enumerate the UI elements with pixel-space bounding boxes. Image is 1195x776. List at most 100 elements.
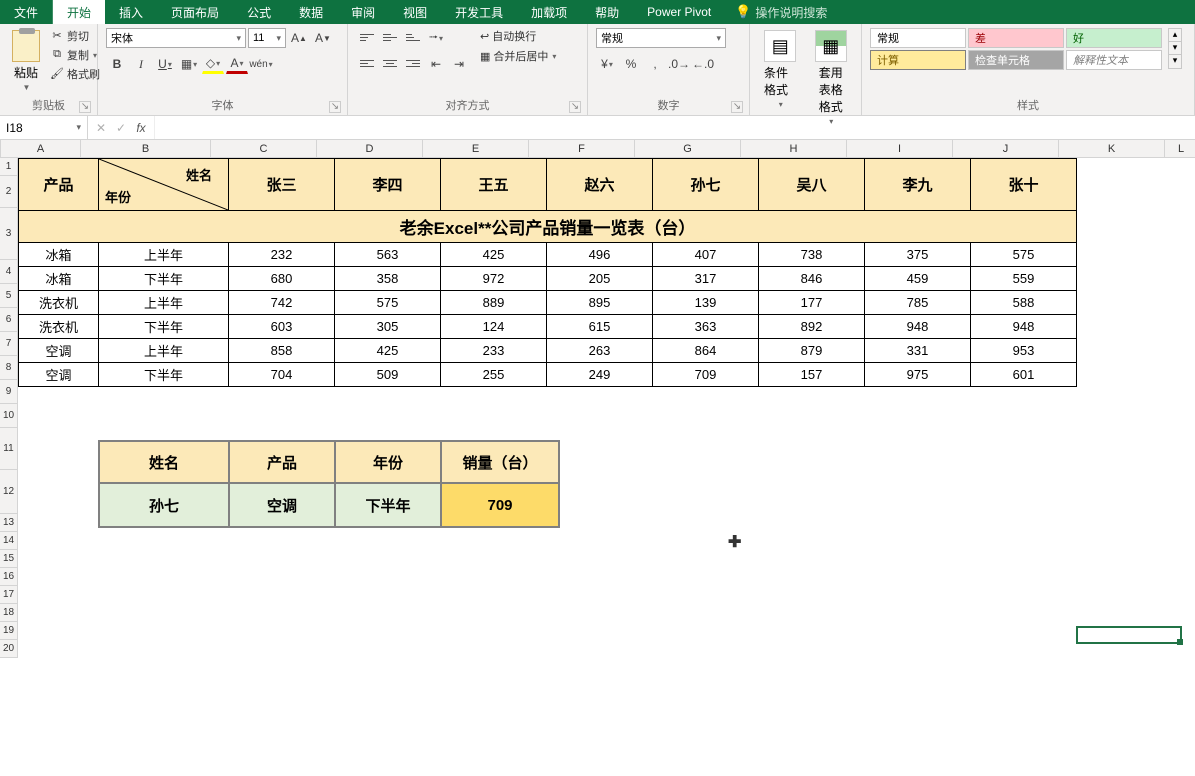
style-explanatory[interactable]: 解释性文本	[1066, 50, 1162, 70]
tab-layout[interactable]: 页面布局	[157, 0, 233, 24]
cell-value[interactable]: 846	[759, 267, 865, 291]
row-header-13[interactable]: 13	[0, 514, 18, 532]
increase-decimal-button[interactable]: .0→	[668, 54, 690, 74]
row-header-14[interactable]: 14	[0, 532, 18, 550]
col-header-C[interactable]: C	[211, 140, 317, 158]
align-center-button[interactable]	[379, 54, 401, 72]
dialog-launcher-icon[interactable]: ↘	[79, 101, 91, 113]
cell-product[interactable]: 洗衣机	[19, 315, 99, 339]
tab-powerpivot[interactable]: Power Pivot	[633, 0, 725, 24]
copy-button[interactable]: ⧉复制▾	[50, 47, 100, 63]
cell-value[interactable]: 375	[865, 243, 971, 267]
merge-center-button[interactable]: ▦合并后居中▾	[480, 48, 556, 64]
row-header-1[interactable]: 1	[0, 158, 18, 176]
orientation-button[interactable]: ⭬▾	[425, 28, 447, 48]
row-header-18[interactable]: 18	[0, 604, 18, 622]
cell-year[interactable]: 上半年	[99, 243, 229, 267]
col-header-B[interactable]: B	[81, 140, 211, 158]
row-header-9[interactable]: 9	[0, 380, 18, 404]
dialog-launcher-icon[interactable]: ↘	[329, 101, 341, 113]
row-header-7[interactable]: 7	[0, 332, 18, 356]
style-check-cell[interactable]: 检查单元格	[968, 50, 1064, 70]
row-header-3[interactable]: 3	[0, 208, 18, 260]
col-header-J[interactable]: J	[953, 140, 1059, 158]
cell-value[interactable]: 858	[229, 339, 335, 363]
cell-value[interactable]: 864	[653, 339, 759, 363]
cell-value[interactable]: 785	[865, 291, 971, 315]
col-header-K[interactable]: K	[1059, 140, 1165, 158]
cell-value[interactable]: 363	[653, 315, 759, 339]
cell-value[interactable]: 425	[441, 243, 547, 267]
fx-icon[interactable]: fx	[132, 121, 150, 135]
cell-value[interactable]: 680	[229, 267, 335, 291]
font-name-combo[interactable]: 宋体▾	[106, 28, 246, 48]
cell-value[interactable]: 563	[335, 243, 441, 267]
cell-product[interactable]: 洗衣机	[19, 291, 99, 315]
row-header-11[interactable]: 11	[0, 428, 18, 470]
name-box[interactable]: I18▾	[0, 116, 88, 139]
cell-value[interactable]: 889	[441, 291, 547, 315]
cell-value[interactable]: 972	[441, 267, 547, 291]
align-left-button[interactable]	[356, 54, 378, 72]
cell-value[interactable]: 358	[335, 267, 441, 291]
accounting-button[interactable]: ¥▾	[596, 54, 618, 74]
row-header-12[interactable]: 12	[0, 470, 18, 514]
cell-value[interactable]: 575	[335, 291, 441, 315]
cell-value[interactable]: 305	[335, 315, 441, 339]
enter-formula-icon[interactable]: ✓	[112, 121, 130, 135]
col-header-I[interactable]: I	[847, 140, 953, 158]
phonetic-button[interactable]: wén▾	[250, 54, 272, 74]
cell-year[interactable]: 上半年	[99, 339, 229, 363]
row-header-16[interactable]: 16	[0, 568, 18, 586]
cell-value[interactable]: 205	[547, 267, 653, 291]
wrap-text-button[interactable]: ↩自动换行	[480, 28, 556, 44]
row-header-10[interactable]: 10	[0, 404, 18, 428]
cell-value[interactable]: 709	[653, 363, 759, 387]
tab-review[interactable]: 审阅	[337, 0, 389, 24]
cell-value[interactable]: 255	[441, 363, 547, 387]
cell-value[interactable]: 588	[971, 291, 1077, 315]
fill-color-button[interactable]: ◇▾	[202, 54, 224, 74]
cell-value[interactable]: 601	[971, 363, 1077, 387]
cell-value[interactable]: 509	[335, 363, 441, 387]
cell-value[interactable]: 948	[971, 315, 1077, 339]
gallery-more-icon[interactable]: ▾	[1169, 55, 1181, 68]
cell-value[interactable]: 407	[653, 243, 759, 267]
row-header-17[interactable]: 17	[0, 586, 18, 604]
gallery-down-icon[interactable]: ▾	[1169, 42, 1181, 55]
tab-home[interactable]: 开始	[53, 0, 105, 24]
tab-file[interactable]: 文件	[0, 0, 53, 24]
style-normal[interactable]: 常规	[870, 28, 966, 48]
col-header-L[interactable]: L	[1165, 140, 1195, 158]
percent-button[interactable]: %	[620, 54, 642, 74]
row-header-20[interactable]: 20	[0, 640, 18, 658]
col-header-F[interactable]: F	[529, 140, 635, 158]
lookup-product-cell[interactable]: 空调	[229, 483, 335, 527]
tab-insert[interactable]: 插入	[105, 0, 157, 24]
cell-value[interactable]: 879	[759, 339, 865, 363]
style-bad[interactable]: 差	[968, 28, 1064, 48]
cell-product[interactable]: 空调	[19, 363, 99, 387]
italic-button[interactable]: I	[130, 54, 152, 74]
tab-addins[interactable]: 加载项	[517, 0, 581, 24]
decrease-indent-button[interactable]: ⇤	[425, 54, 447, 74]
font-color-button[interactable]: A▾	[226, 54, 248, 74]
increase-indent-button[interactable]: ⇥	[448, 54, 470, 74]
increase-font-button[interactable]: A▲	[288, 28, 310, 48]
cut-button[interactable]: ✂剪切	[50, 28, 100, 44]
style-calculation[interactable]: 计算	[870, 50, 966, 70]
cell-value[interactable]: 249	[547, 363, 653, 387]
cell-value[interactable]: 263	[547, 339, 653, 363]
cell-value[interactable]: 559	[971, 267, 1077, 291]
paste-button[interactable]: 粘贴 ▼	[8, 28, 44, 94]
format-painter-button[interactable]: 🖌格式刷	[50, 66, 100, 82]
cell-value[interactable]: 895	[547, 291, 653, 315]
cell-year[interactable]: 下半年	[99, 315, 229, 339]
cell-value[interactable]: 233	[441, 339, 547, 363]
cell-value[interactable]: 331	[865, 339, 971, 363]
tab-formulas[interactable]: 公式	[233, 0, 285, 24]
tab-view[interactable]: 视图	[389, 0, 441, 24]
align-top-button[interactable]	[356, 28, 378, 46]
col-header-H[interactable]: H	[741, 140, 847, 158]
conditional-format-button[interactable]: ▤ 条件格式▾	[758, 28, 803, 111]
